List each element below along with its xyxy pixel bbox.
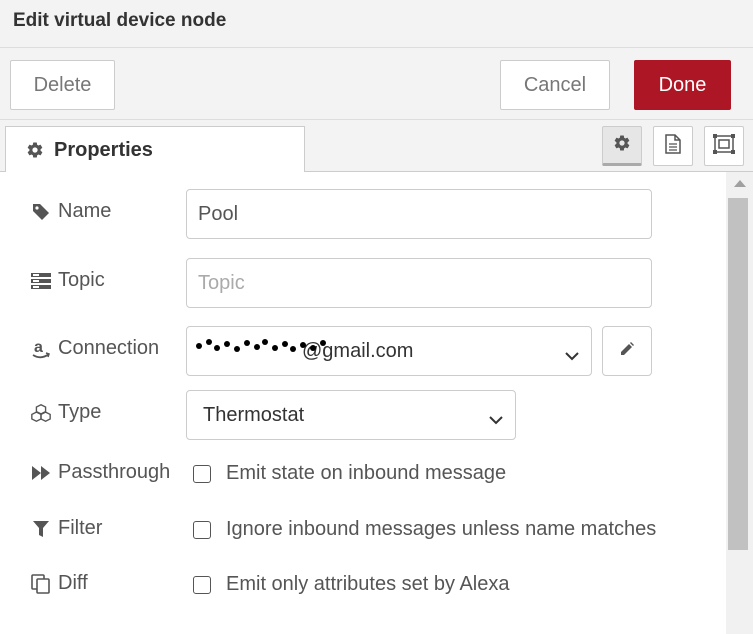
node-description-tab-button[interactable]	[653, 126, 693, 166]
chevron-down-icon	[489, 408, 503, 431]
filter-label-text: Filter	[58, 517, 103, 539]
cancel-button[interactable]: Cancel	[500, 60, 610, 110]
dialog-button-bar: Delete Cancel Done	[0, 48, 753, 120]
type-label-text: Type	[58, 401, 102, 423]
passthrough-checkbox-text: Emit state on inbound message	[226, 462, 507, 484]
properties-form: Name Topic a Connection @gmail.com	[0, 172, 725, 634]
name-label-text: Name	[58, 200, 112, 222]
connection-label-text: Connection	[58, 337, 160, 359]
diff-option: Emit only attributes set by Alexa	[193, 573, 509, 596]
cubes-icon	[30, 402, 52, 424]
filter-checkbox[interactable]	[193, 520, 211, 539]
topic-icon	[30, 270, 52, 292]
passthrough-label: Passthrough	[30, 461, 170, 484]
tag-icon	[30, 201, 52, 223]
topic-label-text: Topic	[58, 269, 105, 291]
diff-checkbox[interactable]	[193, 575, 211, 594]
edit-connection-button[interactable]	[602, 326, 652, 376]
dialog-title-bar: Edit virtual device node	[0, 0, 753, 48]
tab-properties-label: Properties	[54, 138, 153, 161]
filter-label: Filter	[30, 517, 102, 540]
connection-label: a Connection	[30, 337, 159, 360]
tab-strip: Properties	[0, 120, 753, 173]
done-button[interactable]: Done	[634, 60, 731, 110]
topic-input[interactable]	[186, 258, 652, 308]
copy-icon	[30, 573, 52, 595]
filter-option: Ignore inbound messages unless name matc…	[193, 518, 656, 541]
redacted-email-scribble	[194, 339, 334, 353]
pencil-icon	[619, 341, 635, 362]
svg-text:a: a	[34, 339, 43, 356]
forward-icon	[30, 462, 52, 484]
amazon-icon: a	[30, 338, 52, 360]
topic-label: Topic	[30, 269, 105, 292]
filter-checkbox-text: Ignore inbound messages unless name matc…	[226, 518, 657, 540]
gear-icon	[24, 139, 46, 161]
name-label: Name	[30, 200, 111, 223]
type-select[interactable]: Thermostat	[186, 390, 516, 440]
diff-checkbox-text: Emit only attributes set by Alexa	[226, 573, 510, 595]
chevron-down-icon	[565, 344, 579, 367]
type-label: Type	[30, 401, 101, 424]
passthrough-checkbox[interactable]	[193, 464, 211, 483]
dialog-title: Edit virtual device node	[13, 10, 227, 31]
name-input[interactable]	[186, 189, 652, 239]
gear-icon	[613, 134, 631, 157]
appearance-icon	[713, 133, 735, 159]
node-appearance-tab-button[interactable]	[704, 126, 744, 166]
scrollbar-thumb[interactable]	[728, 198, 748, 550]
delete-button[interactable]: Delete	[10, 60, 115, 110]
tab-properties[interactable]: Properties	[5, 126, 305, 173]
vertical-scrollbar[interactable]	[726, 172, 753, 634]
filter-icon	[30, 518, 52, 540]
type-selected-value: Thermostat	[203, 403, 305, 426]
diff-label: Diff	[30, 572, 88, 595]
description-icon	[664, 133, 682, 159]
node-properties-tab-button[interactable]	[602, 126, 642, 166]
diff-label-text: Diff	[58, 572, 88, 594]
scroll-up-arrow-icon[interactable]	[734, 180, 746, 187]
passthrough-option: Emit state on inbound message	[193, 462, 506, 485]
passthrough-label-text: Passthrough	[58, 461, 171, 483]
